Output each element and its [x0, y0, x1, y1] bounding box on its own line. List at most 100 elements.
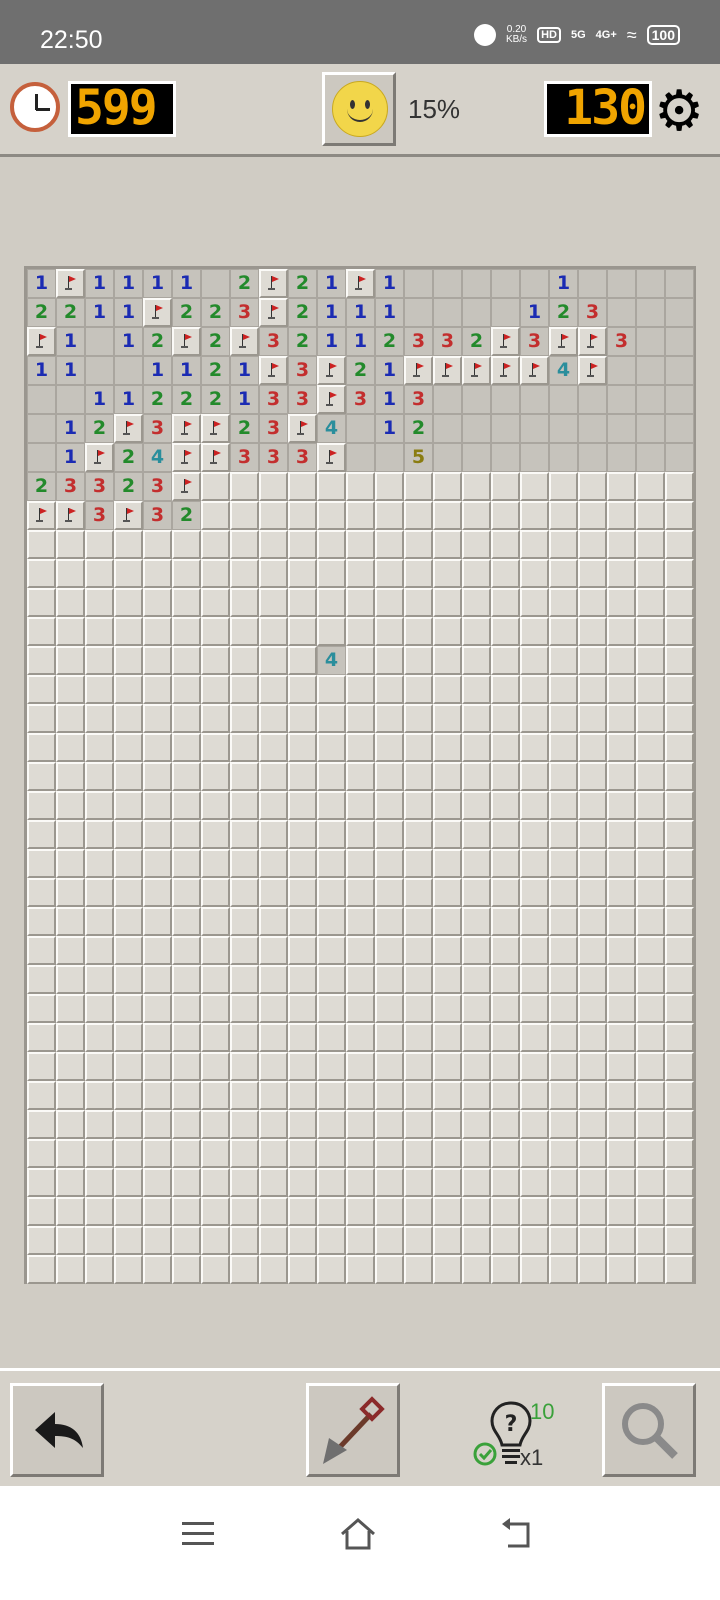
revealed-number-cell[interactable]: 4: [143, 443, 172, 472]
covered-cell[interactable]: [85, 1168, 114, 1197]
covered-cell[interactable]: [375, 820, 404, 849]
covered-cell[interactable]: [56, 1168, 85, 1197]
covered-cell[interactable]: [56, 559, 85, 588]
covered-cell[interactable]: [491, 530, 520, 559]
dig-mode-button[interactable]: [306, 1383, 400, 1477]
covered-cell[interactable]: [491, 1023, 520, 1052]
covered-cell[interactable]: [230, 878, 259, 907]
covered-cell[interactable]: [56, 994, 85, 1023]
covered-cell[interactable]: [636, 733, 665, 762]
flagged-cell[interactable]: [491, 327, 520, 356]
covered-cell[interactable]: [549, 1023, 578, 1052]
covered-cell[interactable]: [404, 1023, 433, 1052]
covered-cell[interactable]: [636, 878, 665, 907]
covered-cell[interactable]: [549, 994, 578, 1023]
revealed-number-cell[interactable]: 1: [27, 269, 56, 298]
covered-cell[interactable]: [665, 791, 694, 820]
covered-cell[interactable]: [375, 965, 404, 994]
covered-cell[interactable]: [27, 675, 56, 704]
covered-cell[interactable]: [114, 1168, 143, 1197]
covered-cell[interactable]: [491, 1255, 520, 1284]
covered-cell[interactable]: [433, 878, 462, 907]
covered-cell[interactable]: [636, 762, 665, 791]
revealed-number-cell[interactable]: 2: [143, 327, 172, 356]
revealed-number-cell[interactable]: 1: [346, 298, 375, 327]
covered-cell[interactable]: [607, 1023, 636, 1052]
covered-cell[interactable]: [56, 849, 85, 878]
covered-cell[interactable]: [317, 1081, 346, 1110]
revealed-empty-cell[interactable]: [404, 269, 433, 298]
covered-cell[interactable]: [520, 936, 549, 965]
covered-cell[interactable]: [201, 936, 230, 965]
covered-cell[interactable]: [520, 878, 549, 907]
covered-cell[interactable]: [549, 878, 578, 907]
flagged-cell[interactable]: [259, 269, 288, 298]
covered-cell[interactable]: [27, 588, 56, 617]
covered-cell[interactable]: [114, 1197, 143, 1226]
revealed-empty-cell[interactable]: [433, 414, 462, 443]
flagged-cell[interactable]: [27, 327, 56, 356]
covered-cell[interactable]: [172, 617, 201, 646]
covered-cell[interactable]: [259, 617, 288, 646]
covered-cell[interactable]: [462, 791, 491, 820]
covered-cell[interactable]: [462, 820, 491, 849]
revealed-number-cell[interactable]: 2: [462, 327, 491, 356]
covered-cell[interactable]: [375, 1197, 404, 1226]
covered-cell[interactable]: [288, 820, 317, 849]
covered-cell[interactable]: [462, 617, 491, 646]
covered-cell[interactable]: [491, 965, 520, 994]
covered-cell[interactable]: [491, 849, 520, 878]
covered-cell[interactable]: [636, 1081, 665, 1110]
covered-cell[interactable]: [665, 704, 694, 733]
covered-cell[interactable]: [433, 501, 462, 530]
covered-cell[interactable]: [549, 1197, 578, 1226]
revealed-empty-cell[interactable]: [607, 269, 636, 298]
covered-cell[interactable]: [143, 820, 172, 849]
covered-cell[interactable]: [491, 907, 520, 936]
covered-cell[interactable]: [114, 936, 143, 965]
flagged-cell[interactable]: [143, 298, 172, 327]
revealed-number-cell[interactable]: 2: [27, 472, 56, 501]
covered-cell[interactable]: [520, 1081, 549, 1110]
revealed-empty-cell[interactable]: [636, 385, 665, 414]
revealed-number-cell[interactable]: 2: [114, 443, 143, 472]
covered-cell[interactable]: [607, 1168, 636, 1197]
covered-cell[interactable]: [317, 1052, 346, 1081]
revealed-empty-cell[interactable]: [433, 298, 462, 327]
covered-cell[interactable]: [114, 1110, 143, 1139]
covered-cell[interactable]: [27, 762, 56, 791]
covered-cell[interactable]: [172, 791, 201, 820]
covered-cell[interactable]: [520, 472, 549, 501]
covered-cell[interactable]: [549, 1052, 578, 1081]
revealed-empty-cell[interactable]: [433, 385, 462, 414]
covered-cell[interactable]: [346, 1197, 375, 1226]
covered-cell[interactable]: [462, 849, 491, 878]
covered-cell[interactable]: [462, 1052, 491, 1081]
covered-cell[interactable]: [491, 936, 520, 965]
covered-cell[interactable]: [491, 1168, 520, 1197]
covered-cell[interactable]: [259, 675, 288, 704]
revealed-empty-cell[interactable]: [462, 269, 491, 298]
covered-cell[interactable]: [607, 472, 636, 501]
covered-cell[interactable]: [346, 1226, 375, 1255]
covered-cell[interactable]: [549, 733, 578, 762]
covered-cell[interactable]: [375, 733, 404, 762]
covered-cell[interactable]: [636, 791, 665, 820]
covered-cell[interactable]: [56, 733, 85, 762]
revealed-number-cell[interactable]: 2: [85, 414, 114, 443]
covered-cell[interactable]: [172, 1052, 201, 1081]
revealed-number-cell[interactable]: 1: [114, 269, 143, 298]
covered-cell[interactable]: [462, 936, 491, 965]
covered-cell[interactable]: [143, 733, 172, 762]
covered-cell[interactable]: [201, 1081, 230, 1110]
covered-cell[interactable]: [578, 1255, 607, 1284]
covered-cell[interactable]: [317, 1255, 346, 1284]
covered-cell[interactable]: [607, 733, 636, 762]
covered-cell[interactable]: [259, 965, 288, 994]
flagged-cell[interactable]: [27, 501, 56, 530]
covered-cell[interactable]: [172, 1139, 201, 1168]
covered-cell[interactable]: [607, 1110, 636, 1139]
covered-cell[interactable]: [549, 762, 578, 791]
covered-cell[interactable]: [259, 530, 288, 559]
revealed-number-cell[interactable]: 3: [230, 443, 259, 472]
